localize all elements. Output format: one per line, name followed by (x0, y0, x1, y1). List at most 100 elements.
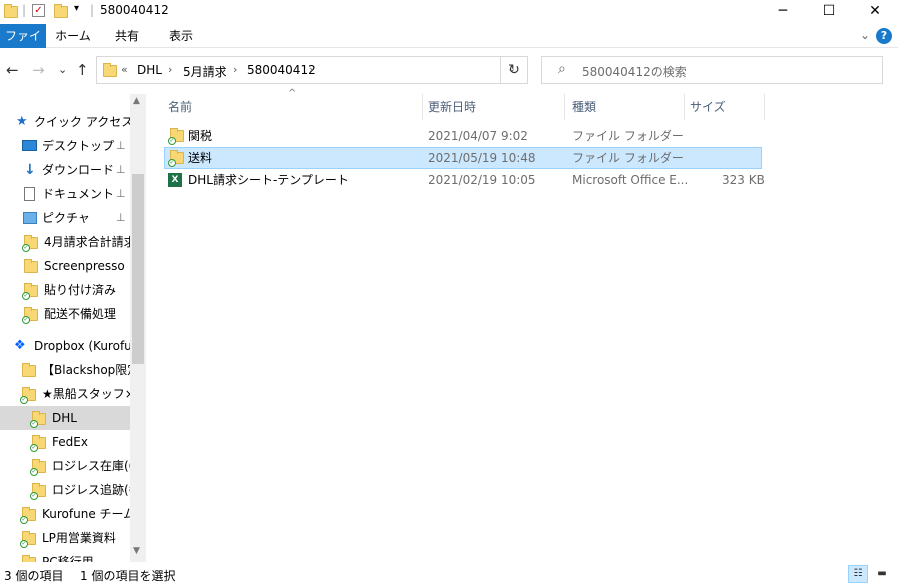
refresh-button[interactable]: ↻ (500, 56, 528, 84)
nav-item-logiless-stock[interactable]: ✓ ロジレス在庫(6応 (0, 454, 130, 478)
selection-count: 1 個の項目を選択 (80, 569, 176, 583)
column-divider[interactable] (684, 94, 685, 120)
address-row: ← → ⌄ ↑ « DHL › 5月請求 › 580040412 › ⌄ ↻ ⌕… (0, 52, 898, 88)
shared-folder-icon (22, 363, 36, 377)
large-icons-view-button[interactable]: ▬ (872, 565, 892, 583)
navigation-pane[interactable]: ★ クイック アクセス デスクトップ ⊥ ↓ ダウンロード ⊥ ドキュメント ⊥… (0, 94, 146, 562)
column-divider[interactable] (422, 94, 423, 120)
star-icon: ★ (16, 114, 28, 129)
close-button[interactable]: ✕ (852, 0, 898, 22)
nav-item-label: Screenpresso (44, 259, 125, 273)
chevron-right-icon[interactable]: › (309, 63, 313, 76)
sync-status-icon: ✓ (30, 444, 38, 452)
nav-item-fedex[interactable]: ✓ FedEx (0, 430, 130, 454)
details-view-button[interactable]: ☷ (848, 565, 868, 583)
column-header-type[interactable]: 種類 (572, 94, 682, 120)
title-bar: | ✓ ▾ | 580040412 ─ ☐ ✕ (0, 0, 898, 22)
file-row[interactable]: ✓ 関税 2021/04/07 9:02 ファイル フォルダー (164, 125, 762, 147)
tab-file[interactable]: ファイル (0, 24, 46, 67)
nav-item-desktop[interactable]: デスクトップ ⊥ (0, 134, 130, 158)
nav-item-label: Kurofune チーム フ (42, 507, 130, 521)
properties-icon[interactable]: ✓ (32, 4, 45, 17)
search-input[interactable]: ⌕ 580040412の検索 (541, 56, 883, 84)
scroll-down-icon[interactable]: ▼ (133, 546, 140, 556)
column-header-size[interactable]: サイズ (690, 94, 760, 120)
pin-icon[interactable]: ⊥ (116, 182, 126, 206)
nav-item-downloads[interactable]: ↓ ダウンロード ⊥ (0, 158, 130, 182)
nav-item-pc-migration[interactable]: PC移行用 (0, 550, 130, 562)
help-icon[interactable]: ? (876, 28, 892, 44)
ribbon-expand-icon[interactable]: ⌄ (860, 28, 870, 42)
column-header-modified[interactable]: 更新日時 (428, 94, 564, 120)
nav-item-label: 配送不備処理 (44, 307, 117, 321)
new-folder-icon[interactable] (54, 4, 68, 18)
nav-scrollbar[interactable]: ▲ ▼ (130, 94, 146, 562)
nav-item-april-billing[interactable]: ✓ 4月請求合計請求 (0, 230, 130, 254)
file-row[interactable]: ✓ 送料 2021/05/19 10:48 ファイル フォルダー (164, 147, 762, 169)
sync-status-icon: ✓ (168, 159, 176, 167)
pin-icon[interactable]: ⊥ (116, 206, 126, 230)
divider: | (90, 3, 95, 17)
nav-item-label: Dropbox (Kurofune (34, 339, 130, 353)
chevron-right-icon[interactable]: › (233, 63, 237, 76)
column-divider[interactable] (764, 94, 765, 120)
file-row[interactable]: X DHL請求シート-テンプレート 2021/02/19 10:05 Micro… (164, 169, 765, 191)
nav-item-delivery-issues[interactable]: ✓ 配送不備処理 (0, 302, 130, 326)
file-name: 送料 (188, 151, 213, 165)
nav-item-quick-access[interactable]: ★ クイック アクセス (0, 110, 130, 134)
up-button[interactable]: ↑ (76, 61, 89, 79)
nav-item-label: PC移行用 (42, 555, 94, 562)
file-modified: 2021/05/19 10:48 (428, 151, 536, 165)
nav-item-kurofune-team[interactable]: ✓ Kurofune チーム フ (0, 502, 130, 526)
nav-item-screenpresso[interactable]: Screenpresso (0, 254, 130, 278)
overflow-icon[interactable]: « (121, 63, 128, 76)
nav-item-label: 貼り付け済み (44, 283, 117, 297)
nav-item-dropbox[interactable]: ❖ Dropbox (Kurofune (0, 334, 130, 358)
nav-item-lp-sales[interactable]: ✓ LP用営業資料 (0, 526, 130, 550)
column-header-name[interactable]: 名前 (168, 94, 418, 120)
nav-item-label: クイック アクセス (34, 115, 130, 129)
sync-status-icon: ✓ (20, 396, 28, 404)
address-bar[interactable]: « DHL › 5月請求 › 580040412 › ⌄ (96, 56, 528, 84)
sync-status-icon: ✓ (30, 492, 38, 500)
tab-view[interactable]: 表示 (158, 24, 204, 48)
nav-item-kurofune-staff[interactable]: ✓ ★黒船スタッフ×TI (0, 382, 130, 406)
maximize-button[interactable]: ☐ (806, 0, 852, 22)
nav-item-documents[interactable]: ドキュメント ⊥ (0, 182, 130, 206)
forward-button[interactable]: → (32, 61, 45, 79)
file-list[interactable]: ^ 名前 更新日時 種類 サイズ ✓ 関税 2021/04/07 9:02 ファ… (160, 88, 898, 562)
tab-home[interactable]: ホーム (50, 24, 96, 48)
nav-item-pictures[interactable]: ピクチャ ⊥ (0, 206, 130, 230)
pin-icon[interactable]: ⊥ (116, 158, 126, 182)
sync-status-icon: ✓ (22, 292, 30, 300)
chevron-right-icon[interactable]: › (168, 63, 172, 76)
tab-share[interactable]: 共有 (104, 24, 150, 48)
item-count: 3 個の項目 (4, 569, 64, 583)
file-type: ファイル フォルダー (572, 129, 684, 143)
recent-locations-button[interactable]: ⌄ (58, 63, 67, 76)
nav-item-blackshop[interactable]: 【Blackshop限定】 (0, 358, 130, 382)
search-icon: ⌕ (558, 61, 566, 77)
nav-item-pasted[interactable]: ✓ 貼り付け済み (0, 278, 130, 302)
nav-item-dhl[interactable]: ✓ DHL (0, 406, 130, 430)
scroll-up-icon[interactable]: ▲ (133, 96, 140, 106)
file-type: ファイル フォルダー (572, 151, 684, 165)
customize-toolbar-icon[interactable]: ▾ (74, 3, 79, 14)
breadcrumb-dhl[interactable]: DHL (137, 63, 162, 77)
folder-icon (24, 259, 38, 273)
nav-item-label: ★黒船スタッフ×TI (42, 387, 130, 401)
window-title: 580040412 (100, 3, 169, 17)
file-name: 関税 (188, 129, 213, 143)
minimize-button[interactable]: ─ (760, 0, 806, 22)
breadcrumb-580040412[interactable]: 580040412 (247, 63, 316, 77)
pin-icon[interactable]: ⊥ (116, 134, 126, 158)
download-icon: ↓ (24, 162, 36, 178)
scroll-thumb[interactable] (132, 174, 144, 364)
file-name: DHL請求シート-テンプレート (188, 173, 349, 187)
sync-status-icon: ✓ (20, 516, 28, 524)
nav-item-logiless-tracking[interactable]: ✓ ロジレス追跡(毎 (0, 478, 130, 502)
column-divider[interactable] (564, 94, 565, 120)
back-button[interactable]: ← (6, 61, 19, 79)
breadcrumb-may-billing[interactable]: 5月請求 (183, 63, 227, 80)
excel-icon: X (168, 173, 182, 187)
